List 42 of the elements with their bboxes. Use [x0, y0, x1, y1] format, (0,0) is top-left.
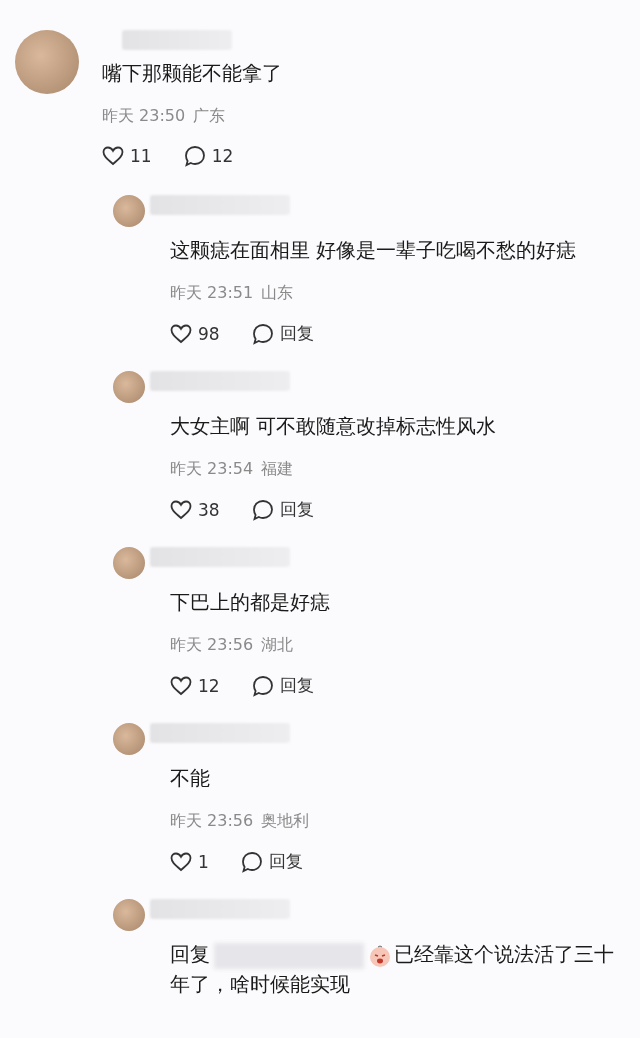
comment-icon[interactable]: [251, 674, 274, 697]
reply-link[interactable]: 回复: [279, 674, 314, 697]
comment-time: 昨天 23:51: [170, 283, 254, 304]
heart-icon[interactable]: [170, 675, 192, 696]
comment-time: 昨天 23:54: [170, 459, 254, 480]
comment-text: 下巴上的都是好痣: [170, 589, 331, 616]
comment-location: 福建: [261, 459, 294, 480]
comment-time: 昨天 23:50: [102, 106, 186, 127]
comment-location: 奥地利: [261, 811, 310, 832]
comment-text: 不能: [170, 765, 211, 792]
like-count: 12: [198, 675, 220, 696]
crying-emoji-icon: [368, 943, 392, 968]
comment-text: 这颗痣在面相里 好像是一辈子吃喝不愁的好痣: [170, 237, 578, 264]
avatar[interactable]: [113, 547, 145, 579]
avatar[interactable]: [113, 195, 145, 227]
like-count: 98: [198, 323, 220, 344]
comment-location: 湖北: [261, 635, 294, 656]
comment-text: 回复 已经靠这个说法活了三十年了，啥时候能实现: [170, 941, 615, 998]
reply-link[interactable]: 回复: [279, 498, 314, 521]
avatar[interactable]: [113, 371, 145, 403]
heart-icon[interactable]: [170, 499, 192, 520]
heart-icon[interactable]: [170, 851, 192, 872]
comment-location: 广东: [193, 106, 226, 127]
comment-time: 昨天 23:56: [170, 635, 254, 656]
like-count: 38: [198, 499, 220, 520]
reply-link[interactable]: 回复: [279, 322, 314, 345]
comment-icon[interactable]: [251, 498, 274, 521]
heart-icon[interactable]: [102, 146, 124, 166]
comment-icon[interactable]: [240, 850, 263, 873]
comment-location: 山东: [261, 283, 294, 304]
comment-time: 昨天 23:56: [170, 811, 254, 832]
comment-text: 嘴下那颗能不能拿了: [102, 60, 283, 87]
avatar[interactable]: [113, 899, 145, 931]
heart-icon[interactable]: [170, 323, 192, 344]
comment-text: 大女主啊 可不敢随意改掉标志性风水: [170, 413, 498, 440]
avatar[interactable]: [113, 723, 145, 755]
like-count: 1: [198, 851, 209, 872]
like-count: 11: [130, 146, 152, 166]
reply-link[interactable]: 回复: [268, 850, 303, 873]
reply-count: 12: [211, 146, 234, 166]
comment-icon[interactable]: [183, 145, 206, 167]
comment-icon[interactable]: [251, 322, 274, 345]
